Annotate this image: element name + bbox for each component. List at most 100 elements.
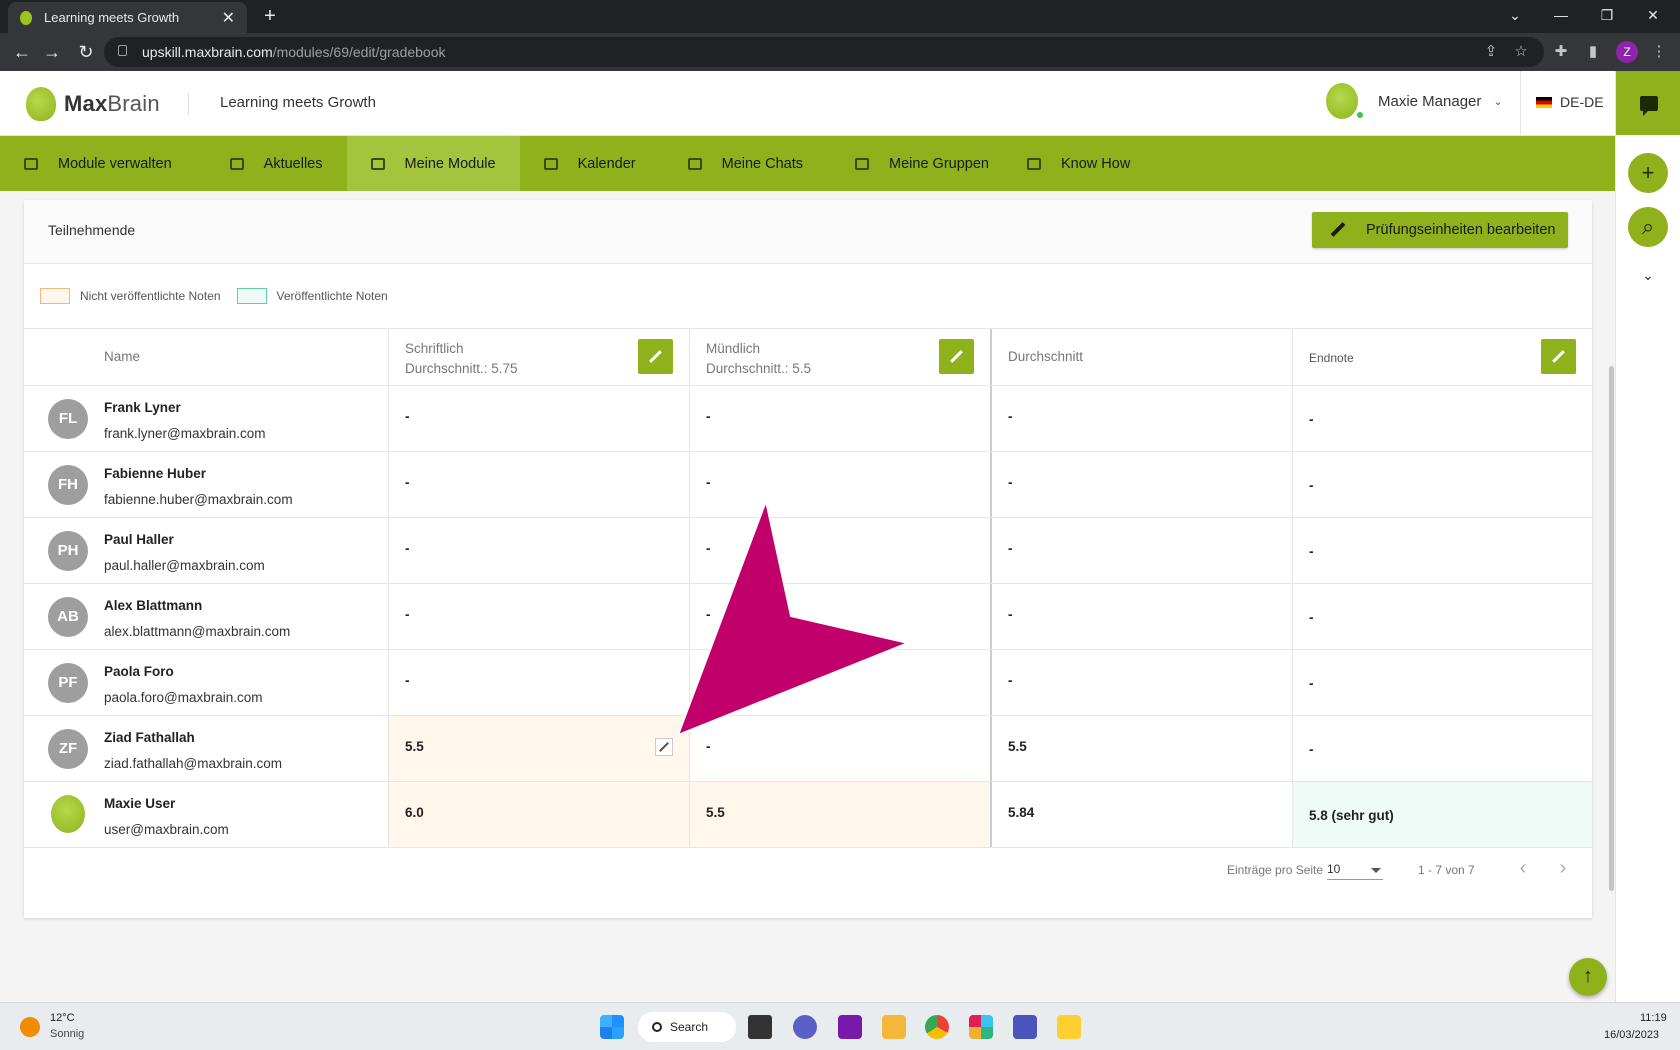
avatar <box>51 795 85 833</box>
file-explorer-icon[interactable] <box>882 1015 906 1039</box>
minimize-icon[interactable]: — <box>1538 0 1584 33</box>
final-grade-cell[interactable]: 5.8 (sehr gut) <box>1293 782 1592 847</box>
briefcase-icon <box>24 157 38 170</box>
written-grade-cell[interactable]: 5.5 <box>389 716 690 781</box>
participant-email: user@maxbrain.com <box>104 822 229 837</box>
profile-avatar[interactable]: Z <box>1616 41 1638 63</box>
clock-date: 16/03/2023 <box>1604 1029 1660 1041</box>
grade-value: 6.0 <box>405 805 424 820</box>
app-header: MaxBrain Learning meets Growth Maxie Man… <box>0 71 1615 136</box>
chrome-icon[interactable] <box>925 1015 949 1039</box>
nav-item-kalender[interactable]: Kalender <box>520 136 660 191</box>
final-grade-cell[interactable]: - <box>1293 452 1592 517</box>
nav-item-meine-module[interactable]: Meine Module <box>346 136 520 191</box>
brain-logo-icon <box>26 87 56 121</box>
nav-item-know-how[interactable]: Know How <box>1013 136 1154 191</box>
final-grade-cell[interactable]: - <box>1293 716 1592 781</box>
per-page-select[interactable]: 10 <box>1327 858 1383 880</box>
windows-start-icon[interactable] <box>600 1015 624 1039</box>
nav-label: Meine Chats <box>721 155 804 172</box>
slack-icon[interactable] <box>969 1015 993 1039</box>
maxbrain-logo[interactable]: MaxBrain <box>26 87 160 121</box>
browser-tab[interactable]: Learning meets Growth ✕ <box>8 2 247 33</box>
user-menu[interactable]: Maxie Manager ⌄ <box>1326 83 1503 119</box>
written-grade-cell[interactable]: - <box>389 518 690 583</box>
avatar: FL <box>48 399 88 439</box>
participant-email: alex.blattmann@maxbrain.com <box>104 624 291 639</box>
chat-button[interactable] <box>1616 71 1680 135</box>
edit-final-button[interactable] <box>1541 339 1576 374</box>
header-oral-label: Mündlich Durchschnitt.: 5.5 <box>706 341 812 376</box>
header-average-label: Durchschnitt <box>1008 349 1084 364</box>
task-view-icon[interactable] <box>748 1015 772 1039</box>
language-divider <box>1520 71 1521 136</box>
written-grade-cell[interactable]: - <box>389 386 690 451</box>
miro-icon[interactable] <box>1057 1015 1081 1039</box>
teams-icon[interactable] <box>1013 1015 1037 1039</box>
legend-published-label: Veröffentlichte Noten <box>276 289 388 303</box>
oral-grade-cell[interactable]: - <box>690 386 992 451</box>
bookmark-star-icon[interactable]: ☆ <box>1510 41 1532 63</box>
onenote-icon[interactable] <box>838 1015 862 1039</box>
lock-icon <box>118 45 127 56</box>
edit-exam-units-button[interactable]: Prüfungseinheiten bearbeiten <box>1312 212 1568 248</box>
online-status-icon <box>1356 111 1364 119</box>
final-grade-cell[interactable]: - <box>1293 386 1592 451</box>
search-button[interactable]: ⌕ <box>1628 207 1668 247</box>
header-final: Endnote <box>1293 329 1592 385</box>
extensions-icon[interactable]: ✚ <box>1550 41 1572 63</box>
grade-value: - <box>405 673 410 688</box>
teams-chat-icon[interactable] <box>793 1015 817 1039</box>
written-grade-cell[interactable]: - <box>389 584 690 649</box>
written-grade-cell[interactable]: - <box>389 452 690 517</box>
page-scrollbar[interactable] <box>1609 366 1614 891</box>
written-grade-cell[interactable]: - <box>389 650 690 715</box>
nav-item-aktuelles[interactable]: Aktuelles <box>196 136 347 191</box>
forward-arrow-icon[interactable]: → <box>40 40 64 64</box>
average-cell: - <box>992 650 1293 715</box>
reload-icon[interactable]: ↻ <box>74 40 98 64</box>
close-tab-icon[interactable]: ✕ <box>222 8 235 28</box>
next-page-icon[interactable]: › <box>1551 856 1575 880</box>
participant-name: Paola Foro <box>104 664 174 679</box>
final-grade-cell[interactable]: - <box>1293 518 1592 583</box>
chevron-down-icon[interactable]: ⌄ <box>1628 267 1668 284</box>
oral-grade-cell[interactable]: 5.5 <box>690 782 992 847</box>
chat-bubble-icon <box>687 157 702 170</box>
participant-cell: FH Fabienne Huber fabienne.huber@maxbrai… <box>24 452 389 517</box>
nav-item-module-verwalten[interactable]: Module verwalten <box>0 136 196 191</box>
nav-item-meine-gruppen[interactable]: Meine Gruppen <box>827 136 1013 191</box>
taskbar-search[interactable]: Search <box>638 1012 736 1042</box>
side-panel-icon[interactable]: ▮ <box>1582 41 1604 63</box>
language-selector[interactable]: DE-DE <box>1536 94 1604 110</box>
average-cell: - <box>992 452 1293 517</box>
avatar: FH <box>48 465 88 505</box>
grade-value: - <box>1008 673 1013 688</box>
restore-icon[interactable]: ❐ <box>1584 0 1630 33</box>
nav-label: Meine Gruppen <box>889 155 989 172</box>
nav-item-meine-chats[interactable]: Meine Chats <box>660 136 827 191</box>
tab-search-icon[interactable]: ⌄ <box>1492 0 1538 33</box>
written-grade-cell[interactable]: 6.0 <box>389 782 690 847</box>
graduation-cap-icon <box>370 157 385 170</box>
new-tab-button[interactable]: + <box>258 5 282 29</box>
back-arrow-icon[interactable]: ← <box>10 40 34 64</box>
avatar: PF <box>48 663 88 703</box>
edit-oral-button[interactable] <box>939 339 974 374</box>
header-written: Schriftlich Durchschnitt.: 5.75 <box>389 329 690 385</box>
browser-menu-icon[interactable]: ⋮ <box>1648 41 1670 63</box>
scroll-to-top-button[interactable]: ↑ <box>1569 958 1607 996</box>
final-grade-cell[interactable]: - <box>1293 584 1592 649</box>
previous-page-icon[interactable]: ‹ <box>1511 856 1535 880</box>
address-bar[interactable]: upskill.maxbrain.com/modules/69/edit/gra… <box>104 37 1544 67</box>
card-header: Teilnehmende Prüfungseinheiten bearbeite… <box>24 200 1592 264</box>
card-title: Teilnehmende <box>48 222 136 238</box>
window-close-icon[interactable]: ✕ <box>1630 0 1676 33</box>
average-cell: 5.84 <box>992 782 1293 847</box>
add-button[interactable]: + <box>1628 153 1668 193</box>
pencil-icon <box>649 350 663 364</box>
share-icon[interactable]: ⇪ <box>1480 41 1502 63</box>
annotation-arrow-icon <box>676 497 912 737</box>
final-grade-cell[interactable]: - <box>1293 650 1592 715</box>
edit-written-button[interactable] <box>638 339 673 374</box>
